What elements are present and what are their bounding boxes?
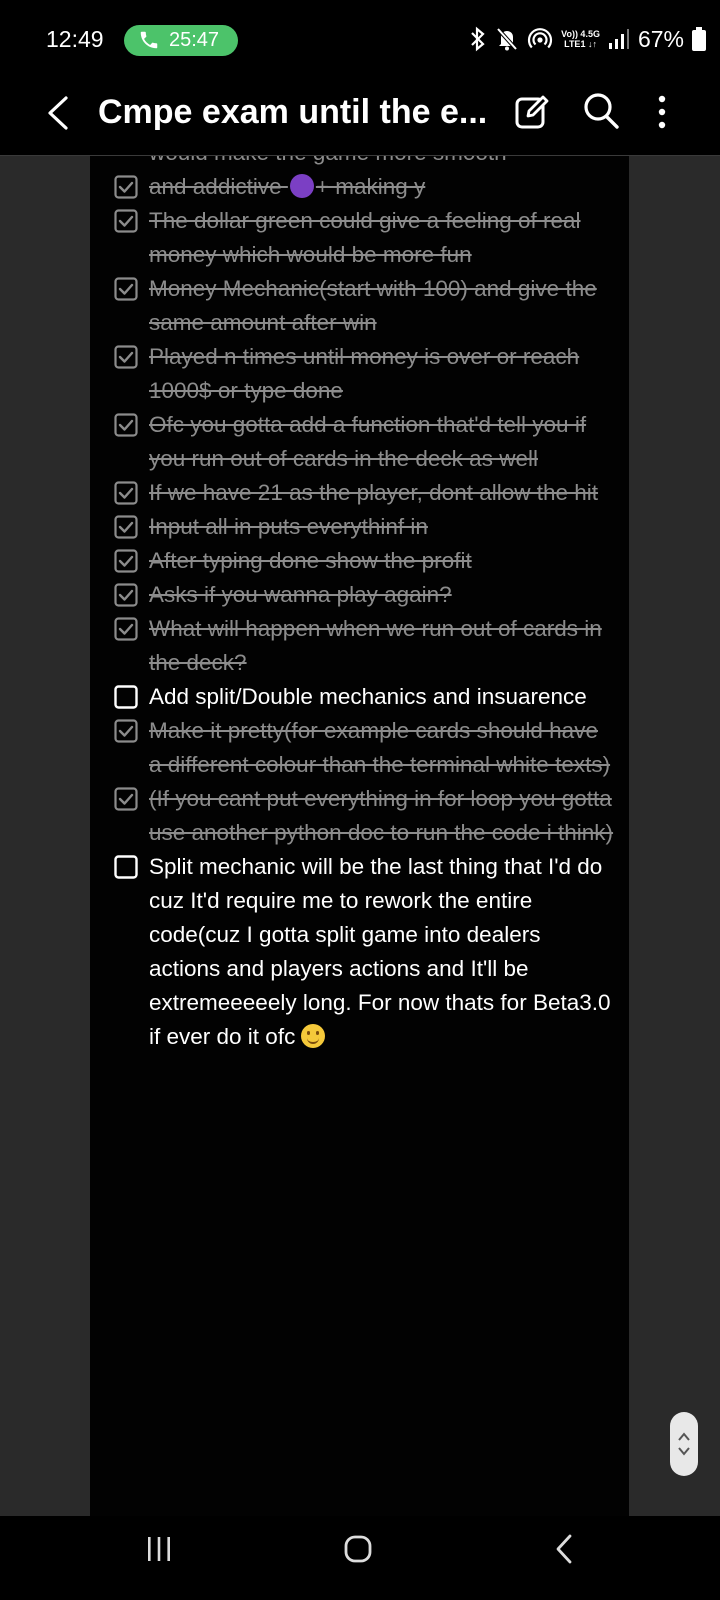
nav-back-icon[interactable] xyxy=(552,1532,576,1566)
checklist-item-text[interactable]: After typing done show the profit xyxy=(149,544,614,578)
item-text: The dollar green could give a feeling of… xyxy=(149,208,581,267)
checklist-item-text[interactable]: Input all in puts everythinf in xyxy=(149,510,614,544)
checklist-item: (If you cant put everything in for loop … xyxy=(114,782,614,850)
checked-checkbox-icon[interactable] xyxy=(114,209,138,233)
checklist-item-text[interactable]: Asks if you wanna play again? xyxy=(149,578,614,612)
more-options-icon[interactable] xyxy=(652,94,672,130)
right-margin xyxy=(629,156,720,1516)
item-text: Split mechanic will be the last thing th… xyxy=(149,854,611,1049)
checklist-item-text[interactable]: Ofc you gotta add a function that'd tell… xyxy=(149,408,614,476)
scroll-handle[interactable] xyxy=(670,1412,698,1476)
back-arrow-icon[interactable] xyxy=(40,90,80,136)
item-text: Asks if you wanna play again? xyxy=(149,582,452,607)
checklist-item-text[interactable]: Played n times until money is over or re… xyxy=(149,340,614,408)
status-icons: Vo)) 4.5G LTE1 ↓↑ 67% xyxy=(469,22,706,56)
checklist-item-text[interactable]: and addictive + making y xyxy=(149,170,614,204)
note-title: Cmpe exam until the e... xyxy=(98,93,488,131)
item-text: Played n times until money is over or re… xyxy=(149,344,580,403)
checklist-item-text[interactable]: Make it pretty(for example cards should … xyxy=(149,714,614,782)
smiling-emoji-icon xyxy=(301,1024,326,1048)
checked-checkbox-icon[interactable] xyxy=(114,719,138,743)
item-text: Add split/Double mechanics and insuarenc… xyxy=(149,684,587,709)
checklist-item-text[interactable]: Money Mechanic(start with 100) and give … xyxy=(149,272,614,340)
item-text: What will happen when we run out of card… xyxy=(149,616,602,675)
navigation-bar xyxy=(0,1516,720,1600)
checklist-item: Asks if you wanna play again? xyxy=(114,578,614,612)
checklist: would make the game more smooth and addi… xyxy=(114,156,614,1054)
checklist-item: and addictive + making y xyxy=(114,170,614,204)
home-icon[interactable] xyxy=(343,1534,373,1564)
checklist-item: Played n times until money is over or re… xyxy=(114,340,614,408)
scroll-arrows-icon xyxy=(678,1432,690,1456)
item-text: Input all in puts everythinf in xyxy=(149,514,428,539)
unchecked-checkbox-icon[interactable] xyxy=(114,855,138,879)
devil-emoji-icon xyxy=(289,174,314,198)
item-text: (If you cant put everything in for loop … xyxy=(149,786,614,845)
item-text: Money Mechanic(start with 100) and give … xyxy=(149,276,597,335)
checked-checkbox-icon[interactable] xyxy=(114,277,138,301)
note-body[interactable]: would make the game more smooth and addi… xyxy=(90,156,629,1516)
app-bar: Cmpe exam until the e... xyxy=(0,80,720,156)
checklist-item: Split mechanic will be the last thing th… xyxy=(114,850,614,1054)
checklist-item: What will happen when we run out of card… xyxy=(114,612,614,680)
checklist-item-text[interactable]: Split mechanic will be the last thing th… xyxy=(149,850,614,1054)
left-margin xyxy=(0,156,90,1516)
phone-icon xyxy=(140,31,158,49)
checklist-item-text[interactable]: The dollar green could give a feeling of… xyxy=(149,204,614,272)
network-type: Vo)) 4.5G LTE1 ↓↑ xyxy=(561,29,600,49)
checklist-item-text[interactable]: What will happen when we run out of card… xyxy=(149,612,614,680)
checklist-item: Ofc you gotta add a function that'd tell… xyxy=(114,408,614,476)
item-text-suffix: + making y xyxy=(315,174,426,199)
mute-icon xyxy=(496,27,518,51)
battery-percent: 67% xyxy=(637,25,684,52)
item-text: After typing done show the profit xyxy=(149,548,472,573)
network-line-1: Vo)) 4.5G xyxy=(561,29,600,39)
checklist-item: Add split/Double mechanics and insuarenc… xyxy=(114,680,614,714)
hotspot-icon xyxy=(528,28,553,49)
unchecked-checkbox-icon[interactable] xyxy=(114,685,138,709)
search-icon[interactable] xyxy=(582,90,622,132)
checked-checkbox-icon[interactable] xyxy=(114,549,138,573)
checked-checkbox-icon[interactable] xyxy=(114,787,138,811)
item-text: Make it pretty(for example cards should … xyxy=(149,718,611,777)
bluetooth-icon xyxy=(471,26,485,52)
checklist-item: Make it pretty(for example cards should … xyxy=(114,714,614,782)
partial-top-text: would make the game more smooth xyxy=(149,156,614,170)
checked-checkbox-icon[interactable] xyxy=(114,413,138,437)
edit-icon[interactable] xyxy=(514,92,550,132)
checklist-item: The dollar green could give a feeling of… xyxy=(114,204,614,272)
signal-icon xyxy=(608,29,629,49)
checked-checkbox-icon[interactable] xyxy=(114,175,138,199)
checklist-item: Money Mechanic(start with 100) and give … xyxy=(114,272,614,340)
checklist-item-text[interactable]: Add split/Double mechanics and insuarenc… xyxy=(149,680,614,714)
item-text: Ofc you gotta add a function that'd tell… xyxy=(149,412,587,471)
call-duration: 25:47 xyxy=(169,29,220,51)
checked-checkbox-icon[interactable] xyxy=(114,583,138,607)
status-bar: 12:49 25:47 Vo)) 4.5G LTE1 ↓↑ 67% xyxy=(0,0,720,80)
checked-checkbox-icon[interactable] xyxy=(114,345,138,369)
recent-apps-icon[interactable] xyxy=(146,1534,172,1564)
checklist-item-text[interactable]: (If you cant put everything in for loop … xyxy=(149,782,614,850)
checklist-item-text[interactable]: If we have 21 as the player, dont allow … xyxy=(149,476,614,510)
checked-checkbox-icon[interactable] xyxy=(114,481,138,505)
ongoing-call-pill[interactable]: 25:47 xyxy=(124,25,238,56)
item-text: If we have 21 as the player, dont allow … xyxy=(149,480,599,505)
checked-checkbox-icon[interactable] xyxy=(114,515,138,539)
checked-checkbox-icon[interactable] xyxy=(114,617,138,641)
partial-top-line: would make the game more smooth xyxy=(114,156,614,170)
battery-icon xyxy=(692,27,706,51)
network-line-2: LTE1 ↓↑ xyxy=(564,39,597,49)
status-time: 12:49 xyxy=(46,26,104,52)
checklist-item: If we have 21 as the player, dont allow … xyxy=(114,476,614,510)
item-text: and addictive xyxy=(149,174,288,199)
checklist-item: Input all in puts everythinf in xyxy=(114,510,614,544)
checklist-item: After typing done show the profit xyxy=(114,544,614,578)
